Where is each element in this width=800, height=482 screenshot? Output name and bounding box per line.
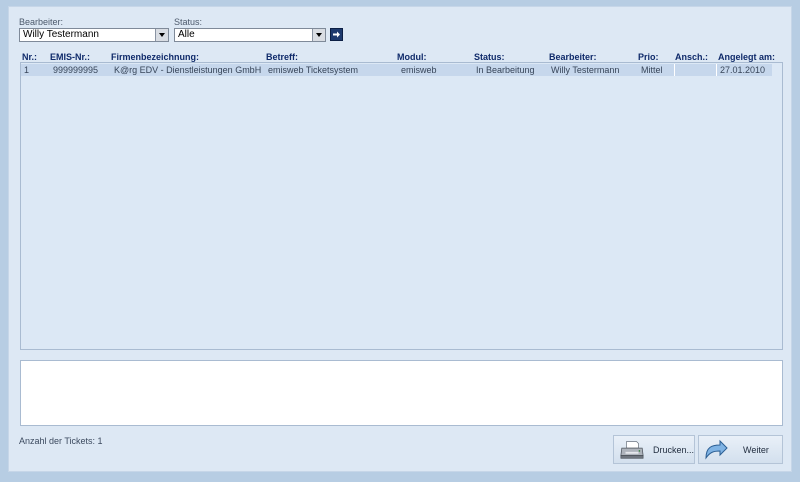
column-header-angelegt-am[interactable]: Angelegt am: bbox=[718, 52, 775, 62]
cell-status: In Bearbeitung bbox=[476, 65, 535, 75]
apply-filter-button[interactable] bbox=[330, 28, 343, 41]
status-select-value: Alle bbox=[178, 29, 195, 40]
column-header-bearbeiter[interactable]: Bearbeiter: bbox=[549, 52, 597, 62]
chevron-down-icon[interactable] bbox=[312, 29, 325, 41]
cell-prio: Mittel bbox=[641, 65, 663, 75]
cell-modul: emisweb bbox=[401, 65, 437, 75]
chevron-down-icon[interactable] bbox=[155, 29, 168, 41]
column-header-emis-nr[interactable]: EMIS-Nr.: bbox=[50, 52, 90, 62]
column-header-firmenbezeichnung[interactable]: Firmenbezeichnung: bbox=[111, 52, 199, 62]
cell-firmenbezeichnung: K@rg EDV - Dienstleistungen GmbH bbox=[114, 65, 262, 75]
bearbeiter-label: Bearbeiter: bbox=[19, 17, 64, 27]
status-select[interactable]: Alle bbox=[174, 28, 326, 42]
bearbeiter-select-value: Willy Testermann bbox=[23, 29, 99, 40]
print-button-label: Drucken... bbox=[652, 444, 694, 455]
table-row[interactable]: 1 999999995 K@rg EDV - Dienstleistungen … bbox=[21, 64, 772, 76]
bearbeiter-select[interactable]: Willy Testermann bbox=[19, 28, 169, 42]
cell-emis-nr: 999999995 bbox=[53, 65, 99, 75]
column-header-modul[interactable]: Modul: bbox=[397, 52, 427, 62]
cell-betreff: emisweb Ticketsystem bbox=[268, 65, 359, 75]
column-divider bbox=[716, 64, 717, 76]
ticket-details-textarea[interactable] bbox=[20, 360, 783, 426]
column-header-prio[interactable]: Prio: bbox=[638, 52, 659, 62]
next-button-label: Weiter bbox=[743, 444, 769, 455]
cell-angelegt-am: 27.01.2010 bbox=[720, 65, 766, 75]
column-header-status[interactable]: Status: bbox=[474, 52, 505, 62]
ticket-count: Anzahl der Tickets: 1 bbox=[19, 436, 103, 446]
column-header-ansch[interactable]: Ansch.: bbox=[675, 52, 708, 62]
ticket-table[interactable]: 1 999999995 K@rg EDV - Dienstleistungen … bbox=[20, 62, 783, 350]
cell-bearbeiter: Willy Testermann bbox=[551, 65, 620, 75]
column-divider bbox=[674, 64, 675, 76]
printer-icon bbox=[620, 440, 644, 459]
next-button[interactable]: Weiter bbox=[698, 435, 783, 464]
column-header-betreff[interactable]: Betreff: bbox=[266, 52, 298, 62]
print-button[interactable]: Drucken... bbox=[613, 435, 695, 464]
status-label: Status: bbox=[174, 17, 203, 27]
column-header-nr[interactable]: Nr.: bbox=[22, 52, 37, 62]
curved-arrow-icon bbox=[705, 439, 728, 460]
arrow-right-icon bbox=[333, 31, 340, 38]
cell-nr: 1 bbox=[24, 65, 30, 75]
